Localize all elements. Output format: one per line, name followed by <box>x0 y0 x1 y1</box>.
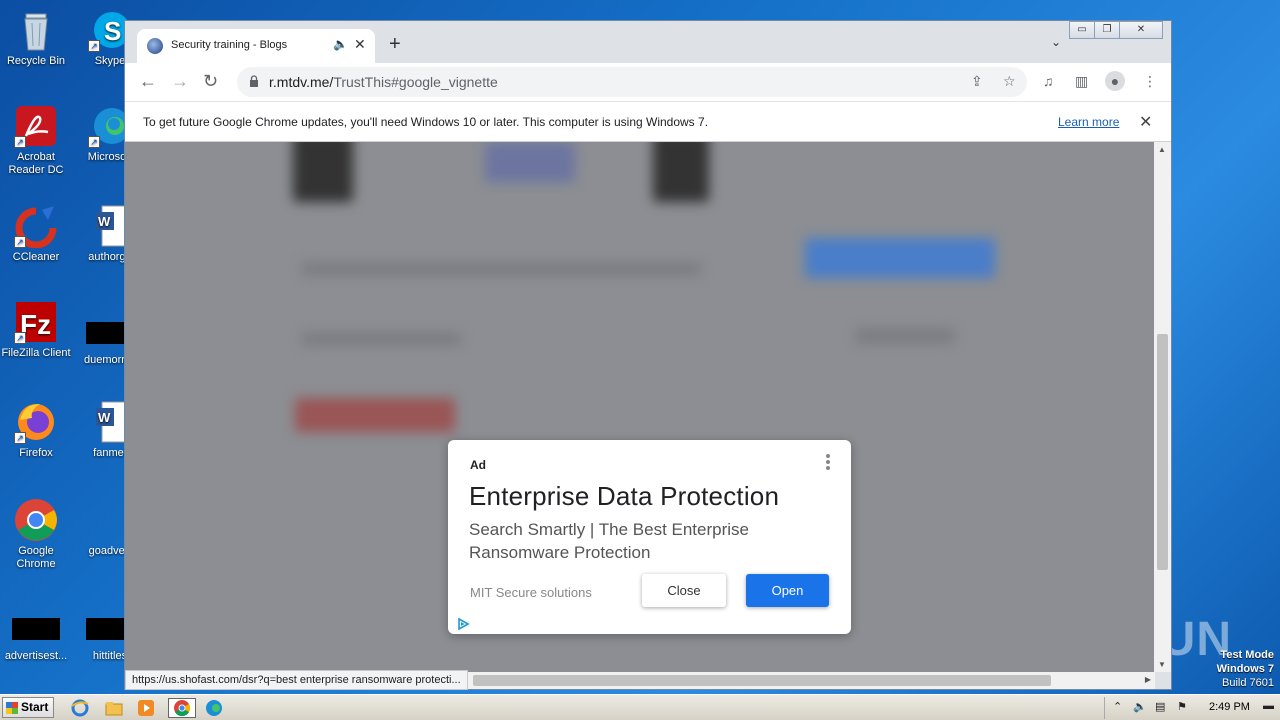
blurred-content <box>293 142 353 202</box>
ad-label: Ad <box>470 458 486 472</box>
ad-title[interactable]: Enterprise Data Protection <box>469 481 779 512</box>
volume-icon[interactable]: 🔈 <box>1133 700 1147 713</box>
share-icon[interactable]: ⇪ <box>971 73 983 90</box>
desktop-icon-acrobat[interactable]: ↗ Acrobat Reader DC <box>0 104 74 177</box>
url-text[interactable]: r.mtdv.me/TrustThis#google_vignette <box>269 74 498 90</box>
desktop-icon-advertisest[interactable]: advertisest... <box>0 606 74 663</box>
bookmark-star-icon[interactable]: ☆ <box>1003 73 1016 90</box>
back-arrow-icon[interactable]: ← <box>139 71 157 91</box>
chrome-window: Security training - Blogs 🔈 ✕ + ⌄ ▭ ❐ ✕ … <box>124 20 1172 690</box>
learn-more-link[interactable]: Learn more <box>1058 115 1119 129</box>
browser-toolbar: ← → ↻ r.mtdv.me/TrustThis#google_vignett… <box>125 63 1171 101</box>
filezilla-icon: Fz ↗ <box>14 300 58 344</box>
ad-close-button[interactable]: Close <box>642 574 726 607</box>
scroll-up-arrow-icon[interactable]: ▲ <box>1158 145 1166 154</box>
taskbar-clock[interactable]: 2:49 PM <box>1209 701 1250 713</box>
vertical-scroll-thumb[interactable] <box>1157 334 1168 570</box>
tab-close-icon[interactable]: ✕ <box>354 36 366 53</box>
shortcut-arrow-icon: ↗ <box>88 136 100 148</box>
blurred-content <box>485 142 575 182</box>
taskbar-media-player-icon[interactable] <box>136 698 158 718</box>
menu-kebab-icon[interactable]: ⋮ <box>1143 73 1157 90</box>
blurred-content <box>301 332 461 346</box>
shortcut-arrow-icon: ↗ <box>88 40 100 52</box>
taskbar-explorer-icon[interactable] <box>104 698 126 718</box>
scroll-down-arrow-icon[interactable]: ▼ <box>1158 660 1166 669</box>
shortcut-arrow-icon: ↗ <box>14 432 26 444</box>
system-tray: ⌃ 🔈 ▤ ⚑ 2:49 PM ▬ <box>1104 697 1280 719</box>
link-status-bubble: https://us.shofast.com/dsr?q=best enterp… <box>125 670 468 690</box>
blurred-content <box>295 398 455 432</box>
ad-subtitle[interactable]: Search Smartly | The Best Enterprise Ran… <box>469 518 809 564</box>
tab-search-chevron-icon[interactable]: ⌄ <box>1051 35 1061 49</box>
network-icon[interactable]: ▤ <box>1155 700 1165 713</box>
svg-text:W: W <box>98 214 111 229</box>
desktop-icon-recycle-bin[interactable]: Recycle Bin <box>0 8 74 68</box>
shortcut-arrow-icon: ↗ <box>14 332 26 344</box>
address-bar[interactable]: r.mtdv.me/TrustThis#google_vignette ⇪ ☆ <box>237 67 1027 97</box>
scroll-right-arrow-icon[interactable]: ▶ <box>1145 675 1151 684</box>
ad-open-button[interactable]: Open <box>746 574 829 607</box>
show-hidden-icons-chevron-icon[interactable]: ⌃ <box>1113 700 1122 713</box>
infobar-message: To get future Google Chrome updates, you… <box>143 115 709 129</box>
desktop-icon-ccleaner[interactable]: ↗ CCleaner <box>0 204 74 264</box>
minimize-button[interactable]: ▭ <box>1069 21 1095 39</box>
taskbar-edge-icon[interactable] <box>204 698 226 718</box>
windows-logo-icon <box>6 702 18 714</box>
side-panel-icon[interactable]: ▥ <box>1075 73 1088 90</box>
window-controls: ▭ ❐ ✕ <box>1069 21 1163 39</box>
firefox-icon: ↗ <box>14 400 58 444</box>
ad-options-icon[interactable] <box>825 454 831 472</box>
desktop-icon-firefox[interactable]: ↗ Firefox <box>0 400 74 460</box>
taskbar: Start ⌃ 🔈 ▤ ⚑ 2:49 PM ▬ <box>0 694 1280 720</box>
blank-file-thumbnail <box>12 618 60 640</box>
blurred-content <box>301 262 701 276</box>
ccleaner-icon: ↗ <box>14 204 58 249</box>
show-desktop-icon[interactable]: ▬ <box>1263 700 1274 712</box>
page-content-dimmed: Ad Enterprise Data Protection Search Sma… <box>125 142 1155 672</box>
reload-icon[interactable]: ↻ <box>203 71 218 91</box>
lock-icon[interactable] <box>249 75 259 87</box>
desktop-icon-filezilla[interactable]: Fz ↗ FileZilla Client <box>0 300 74 360</box>
svg-text:S: S <box>104 16 121 46</box>
update-infobar: To get future Google Chrome updates, you… <box>125 101 1171 142</box>
tab-strip: Security training - Blogs 🔈 ✕ + ⌄ ▭ ❐ ✕ <box>125 21 1171 63</box>
taskbar-ie-icon[interactable] <box>70 698 92 718</box>
tab-security-training[interactable]: Security training - Blogs 🔈 ✕ <box>137 29 375 63</box>
action-center-flag-icon[interactable]: ⚑ <box>1177 700 1187 713</box>
shortcut-arrow-icon: ↗ <box>14 136 26 148</box>
desktop-icon-chrome[interactable]: Google Chrome <box>0 498 74 571</box>
adchoices-icon[interactable] <box>456 617 470 631</box>
acrobat-icon: ↗ <box>14 104 58 148</box>
forward-arrow-icon[interactable]: → <box>171 71 189 91</box>
tab-title: Security training - Blogs <box>171 39 288 51</box>
window-close-button[interactable]: ✕ <box>1119 21 1163 39</box>
blurred-content <box>855 328 955 344</box>
svg-text:W: W <box>98 410 111 425</box>
site-favicon-icon <box>147 38 163 54</box>
ad-vignette-dialog[interactable]: Ad Enterprise Data Protection Search Sma… <box>448 440 851 634</box>
media-control-icon[interactable]: ♫ <box>1043 73 1054 89</box>
shortcut-arrow-icon: ↗ <box>14 236 26 248</box>
blurred-content <box>805 238 995 278</box>
new-tab-button[interactable]: + <box>389 34 401 54</box>
taskbar-chrome-icon[interactable] <box>168 698 196 718</box>
chrome-icon <box>14 498 58 542</box>
blurred-content <box>653 142 709 202</box>
horizontal-scroll-thumb[interactable] <box>473 675 1051 686</box>
profile-avatar-icon[interactable]: ● <box>1105 71 1125 91</box>
audio-playing-icon[interactable]: 🔈 <box>333 37 348 51</box>
vertical-scrollbar[interactable]: ▲ ▼ <box>1154 142 1171 672</box>
recycle-bin-icon <box>14 8 58 52</box>
start-button[interactable]: Start <box>2 697 54 718</box>
test-mode-notice: Test Mode Windows 7 Build 7601 <box>1216 649 1274 689</box>
infobar-close-icon[interactable]: ✕ <box>1139 112 1152 132</box>
restore-button[interactable]: ❐ <box>1094 21 1120 39</box>
ad-advertiser[interactable]: MIT Secure solutions <box>470 585 592 600</box>
